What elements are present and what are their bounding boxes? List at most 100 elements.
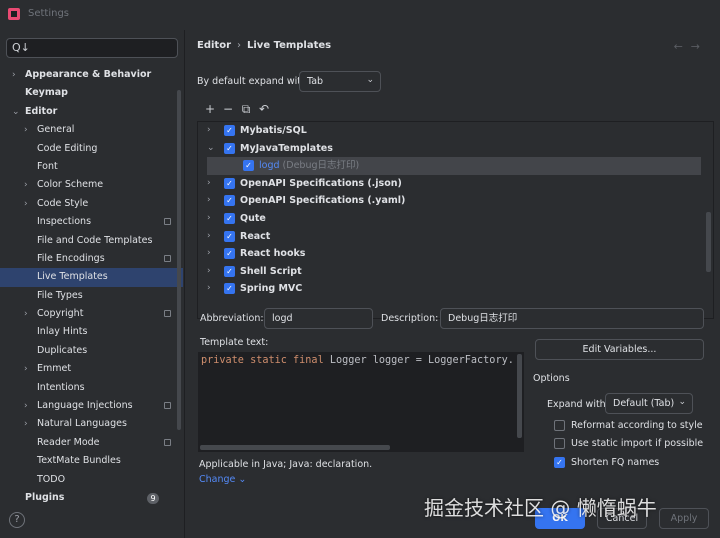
sidebar-item-live-templates[interactable]: Live Templates [0, 268, 183, 287]
chevron-right-icon[interactable]: › [207, 192, 211, 210]
checkbox-checked[interactable]: ✓ [224, 230, 235, 242]
chevron-right-icon[interactable]: › [24, 121, 28, 139]
sidebar-item-label: TextMate Bundles [37, 455, 121, 467]
default-expand-value: Tab [307, 76, 324, 87]
chevron-right-icon[interactable]: › [24, 305, 28, 323]
default-expand-select[interactable]: Tab ⌄ [299, 71, 381, 92]
forward-arrow-icon[interactable]: → [691, 40, 708, 53]
sidebar-item-keymap[interactable]: Keymap [0, 84, 183, 102]
chevron-right-icon[interactable]: › [207, 175, 211, 193]
sidebar-item-file-encodings[interactable]: File Encodings [0, 250, 183, 268]
help-button[interactable]: ? [9, 512, 25, 528]
template-group-row[interactable]: › ✓ React [198, 228, 703, 246]
template-group-row[interactable]: › ✓ Qute [198, 210, 703, 228]
sidebar-item-code-editing[interactable]: Code Editing [0, 140, 183, 158]
checkbox-checked[interactable]: ✓ [224, 177, 235, 189]
checkbox-checked[interactable]: ✓ [224, 265, 235, 277]
sidebar-item-inlay-hints[interactable]: Inlay Hints [0, 323, 183, 341]
reformat-checkbox[interactable] [554, 420, 565, 431]
sidebar-item-code-style[interactable]: › Code Style [0, 195, 183, 213]
chevron-right-icon[interactable]: › [24, 415, 28, 433]
sidebar-item-textmate-bundles[interactable]: TextMate Bundles [0, 452, 183, 470]
chevron-right-icon[interactable]: › [207, 245, 211, 263]
editor-vertical-scrollbar[interactable] [517, 354, 522, 438]
remove-icon[interactable]: − [219, 102, 237, 116]
description-field[interactable]: Debug日志打印 [440, 308, 704, 329]
sidebar-item-file-types[interactable]: File Types [0, 287, 183, 305]
chevron-down-icon[interactable]: ⌄ [12, 103, 20, 121]
sidebar-item-general[interactable]: › General [0, 121, 183, 139]
sidebar-item-editor[interactable]: ⌄ Editor [0, 103, 183, 121]
sidebar-item-font[interactable]: Font [0, 158, 183, 176]
template-group-row[interactable]: › ✓ OpenAPI Specifications (.yaml) [198, 192, 703, 210]
sidebar-item-appearance-behavior[interactable]: › Appearance & Behavior [0, 66, 183, 84]
sidebar-item-duplicates[interactable]: Duplicates [0, 342, 183, 360]
chevron-right-icon[interactable]: › [207, 280, 211, 298]
sidebar-item-reader-mode[interactable]: Reader Mode [0, 434, 183, 452]
sidebar-scrollbar[interactable] [177, 90, 181, 430]
expand-with-value: Default (Tab) [613, 398, 675, 409]
checkbox-checked[interactable]: ✓ [224, 195, 235, 207]
template-group-row[interactable]: › ✓ Shell Script [198, 263, 703, 281]
sidebar-item-file-code-templates[interactable]: File and Code Templates [0, 232, 183, 250]
sidebar-item-intentions[interactable]: Intentions [0, 379, 183, 397]
edit-variables-button[interactable]: Edit Variables... [535, 339, 704, 360]
sidebar-item-plugins[interactable]: Plugins 9 [0, 489, 183, 507]
checkbox-checked[interactable]: ✓ [243, 160, 254, 172]
template-group-row[interactable]: › ✓ OpenAPI Specifications (.json) [198, 175, 703, 193]
sidebar-item-color-scheme[interactable]: › Color Scheme [0, 176, 183, 194]
chevron-down-icon[interactable]: ⌄ [207, 140, 215, 158]
change-contexts-link[interactable]: Change ⌄ [199, 474, 246, 485]
static-import-checkbox[interactable] [554, 438, 565, 449]
chevron-right-icon[interactable]: › [24, 397, 28, 415]
template-text-editor[interactable]: private static final Logger logger = Log… [197, 351, 525, 453]
abbreviation-field[interactable]: logd [264, 308, 373, 329]
sidebar-item-emmet[interactable]: › Emmet [0, 360, 183, 378]
template-row-logd[interactable]: ✓ logd (Debug日志打印) [207, 157, 701, 175]
template-group-label: MyJavaTemplates [240, 142, 333, 154]
checkbox-checked[interactable]: ✓ [224, 248, 235, 260]
sidebar-item-label: Intentions [37, 381, 85, 393]
template-group-row[interactable]: › ✓ React hooks [198, 245, 703, 263]
template-group-row[interactable]: › ✓ Mybatis/SQL [198, 122, 703, 140]
sidebar-item-language-injections[interactable]: › Language Injections [0, 397, 183, 415]
chevron-right-icon[interactable]: › [24, 176, 28, 194]
sidebar-item-inspections[interactable]: Inspections [0, 213, 183, 231]
expand-with-select[interactable]: Default (Tab) ⌄ [605, 393, 693, 414]
chevron-right-icon[interactable]: › [207, 228, 211, 246]
checkbox-checked[interactable]: ✓ [224, 213, 235, 224]
checkbox-checked[interactable]: ✓ [224, 283, 235, 295]
sidebar-item-natural-languages[interactable]: › Natural Languages [0, 415, 183, 433]
sidebar-item-todo[interactable]: TODO [0, 471, 183, 489]
copy-icon[interactable]: ⧉ [237, 102, 255, 117]
checkbox-checked[interactable]: ✓ [224, 142, 235, 154]
template-description: (Debug日志打印) [282, 160, 360, 172]
sidebar-item-copyright[interactable]: › Copyright [0, 305, 183, 323]
chevron-right-icon[interactable]: › [207, 210, 211, 228]
chevron-right-icon[interactable]: › [24, 195, 28, 213]
chevron-right-icon[interactable]: › [207, 263, 211, 281]
templates-scrollbar[interactable] [706, 212, 711, 272]
back-arrow-icon[interactable]: ← [674, 40, 691, 53]
settings-search-input[interactable]: Q↓ [6, 38, 178, 58]
chevron-right-icon[interactable]: › [24, 360, 28, 378]
template-abbreviation: logd [259, 160, 280, 172]
breadcrumb-parent[interactable]: Editor [197, 40, 231, 51]
editor-horizontal-scrollbar[interactable] [200, 445, 390, 450]
code-text: Logger logger = LoggerFactory. [329, 355, 514, 366]
restore-icon[interactable]: ↶ [255, 102, 273, 116]
chevron-right-icon[interactable]: › [207, 122, 211, 140]
template-group-row[interactable]: ⌄ ✓ MyJavaTemplates [198, 140, 703, 158]
checkbox-checked[interactable]: ✓ [224, 125, 235, 136]
add-icon[interactable]: + [201, 102, 219, 116]
template-group-label: Spring MVC [240, 283, 303, 295]
sidebar-item-label: Inspections [37, 216, 92, 228]
sidebar-item-label: File and Code Templates [37, 234, 153, 246]
apply-button[interactable]: Apply [659, 508, 709, 529]
template-group-row[interactable]: › ✓ Spring MVC [198, 280, 703, 298]
default-expand-label: By default expand with [197, 76, 307, 87]
shorten-fq-checkbox[interactable]: ✓ [554, 457, 565, 468]
description-label: Description: [381, 313, 439, 324]
chevron-right-icon[interactable]: › [12, 66, 16, 84]
settings-tree: › Appearance & Behavior Keymap ⌄ Editor … [0, 66, 183, 507]
